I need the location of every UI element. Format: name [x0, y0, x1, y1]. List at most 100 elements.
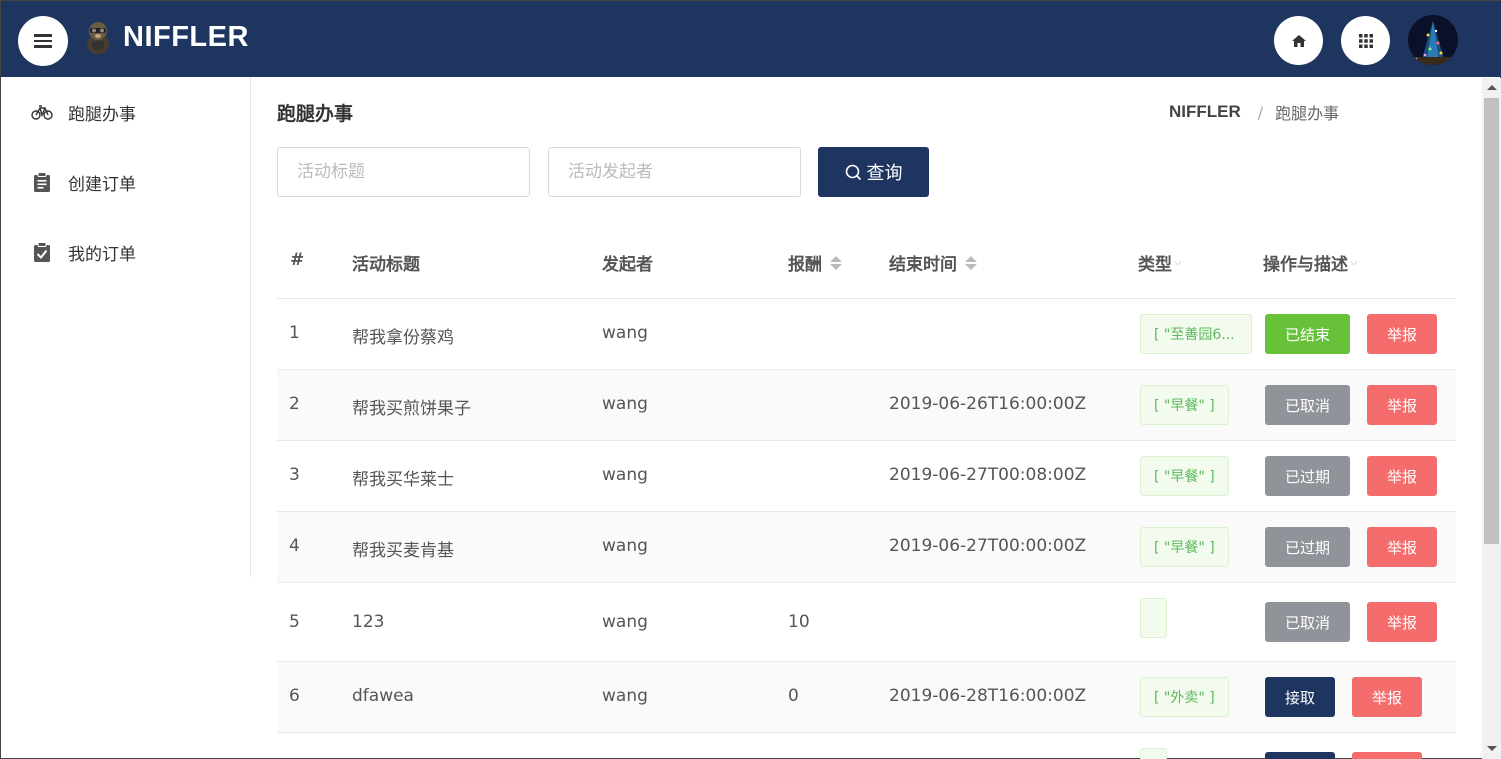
- row-initiator: wang: [602, 536, 648, 556]
- report-button[interactable]: 举报: [1367, 527, 1437, 567]
- sidebar-item-my-orders[interactable]: 我的订单: [31, 237, 136, 267]
- report-button[interactable]: 举报: [1367, 456, 1437, 496]
- activity-title-search-input[interactable]: [277, 147, 530, 197]
- status-button[interactable]: 已过期: [1265, 527, 1350, 567]
- type-tag: [ "早餐" ]: [1140, 456, 1229, 496]
- row-initiator: wang: [602, 686, 648, 706]
- sidebar-item-label: 创建订单: [68, 174, 136, 195]
- sidebar-item-create-order[interactable]: 创建订单: [31, 167, 136, 197]
- bicycle-icon: [31, 101, 53, 123]
- home-icon: [1291, 34, 1306, 47]
- home-button[interactable]: [1274, 16, 1323, 65]
- column-header-end-time[interactable]: 结束时间: [889, 250, 977, 275]
- table-row: 6 dfawea wang 0 2019-06-28T16:00:00Z [ "…: [277, 662, 1456, 733]
- column-header-actions[interactable]: 操作与描述 ⌵: [1263, 250, 1358, 275]
- page-scrollbar[interactable]: [1482, 78, 1501, 759]
- brand-name[interactable]: NIFFLER: [123, 21, 249, 54]
- scroll-down-arrow-icon[interactable]: [1487, 746, 1497, 751]
- type-tag: [ "早餐" ]: [1140, 527, 1229, 567]
- table-row: 5 123 wang 10 已取消 举报: [277, 583, 1456, 662]
- column-header-index: #: [290, 250, 305, 270]
- column-header-reward[interactable]: 报酬: [788, 250, 842, 275]
- search-icon: [845, 164, 861, 180]
- column-header-label: 操作与描述: [1263, 255, 1348, 275]
- status-button[interactable]: 已结束: [1265, 314, 1350, 354]
- status-button[interactable]: 已取消: [1265, 602, 1350, 642]
- menu-toggle-button[interactable]: [18, 16, 68, 66]
- column-header-type[interactable]: 类型 ⌵: [1138, 250, 1182, 275]
- report-button[interactable]: 举报: [1352, 677, 1422, 717]
- row-title: 帮我买煎饼果子: [352, 399, 471, 419]
- report-button[interactable]: 举报: [1367, 602, 1437, 642]
- breadcrumb-current: 跑腿办事: [1275, 104, 1340, 123]
- row-title: dfawea: [352, 686, 414, 706]
- chevron-down-icon[interactable]: ⌵: [1350, 257, 1358, 268]
- row-end-time: 2019-06-26T16:00:00Z: [889, 394, 1087, 414]
- scroll-up-arrow-icon[interactable]: [1487, 85, 1497, 90]
- scrollbar-thumb[interactable]: [1484, 98, 1499, 544]
- page-title: 跑腿办事: [277, 103, 354, 125]
- type-tag: [ "外卖" ]: [1140, 677, 1229, 717]
- row-title: 帮我拿份蔡鸡: [352, 328, 454, 348]
- orders-table: # 活动标题 发起者 报酬 结束时间 类型 ⌵ 操作与描述 ⌵ 1 帮我拿份蔡鸡…: [277, 225, 1456, 759]
- menu-icon: [34, 34, 52, 48]
- column-header-label: 结束时间: [889, 255, 957, 275]
- chevron-down-icon[interactable]: ⌵: [1174, 257, 1182, 268]
- accept-button[interactable]: 接取: [1265, 677, 1335, 717]
- table-row: [277, 733, 1456, 759]
- row-title: 帮我买华莱士: [352, 470, 454, 490]
- column-header-initiator: 发起者: [602, 255, 653, 275]
- row-index: 1: [289, 323, 300, 343]
- row-index: 6: [289, 686, 300, 706]
- row-initiator: wang: [602, 465, 648, 485]
- report-button[interactable]: 举报: [1367, 314, 1437, 354]
- clipboard-check-icon: [31, 241, 53, 263]
- row-initiator: wang: [602, 612, 648, 632]
- row-reward: 10: [788, 612, 810, 632]
- type-tag: [1140, 748, 1167, 759]
- status-button[interactable]: 已取消: [1265, 385, 1350, 425]
- table-header: # 活动标题 发起者 报酬 结束时间 类型 ⌵ 操作与描述 ⌵: [277, 225, 1456, 299]
- query-button-label: 查询: [866, 163, 903, 184]
- row-title: 123: [352, 612, 385, 632]
- type-tag: [1140, 598, 1167, 638]
- column-header-label: 类型: [1138, 255, 1172, 275]
- row-end-time: 2019-06-27T00:08:00Z: [889, 465, 1087, 485]
- clipboard-icon: [31, 171, 53, 193]
- initiator-search-input[interactable]: [548, 147, 801, 197]
- sidebar-item-label: 跑腿办事: [68, 104, 136, 125]
- breadcrumb: NIFFLER / 跑腿办事: [1169, 100, 1339, 124]
- row-initiator: wang: [602, 323, 648, 343]
- action-button[interactable]: [1265, 752, 1335, 759]
- row-initiator: wang: [602, 394, 648, 414]
- top-navbar: NIFFLER: [1, 1, 1501, 77]
- row-end-time: 2019-06-27T00:00:00Z: [889, 536, 1087, 556]
- column-header-label: 报酬: [788, 255, 822, 275]
- row-end-time: 2019-06-28T16:00:00Z: [889, 686, 1087, 706]
- report-button[interactable]: [1352, 752, 1422, 759]
- apps-button[interactable]: [1341, 16, 1390, 65]
- type-tag: [ "早餐" ]: [1140, 385, 1229, 425]
- status-button[interactable]: 已过期: [1265, 456, 1350, 496]
- column-header-title: 活动标题: [352, 255, 420, 275]
- sort-icon[interactable]: [830, 255, 842, 270]
- report-button[interactable]: 举报: [1367, 385, 1437, 425]
- row-index: 3: [289, 465, 300, 485]
- table-row: 4 帮我买麦肯基 wang 2019-06-27T00:00:00Z [ "早餐…: [277, 512, 1456, 583]
- user-avatar[interactable]: [1408, 15, 1458, 65]
- table-row: 1 帮我拿份蔡鸡 wang [ "至善园6... 已结束 举报: [277, 299, 1456, 370]
- row-title: 帮我买麦肯基: [352, 541, 454, 561]
- breadcrumb-separator: /: [1257, 102, 1264, 122]
- sidebar: 跑腿办事 创建订单 我的订单: [1, 77, 251, 577]
- breadcrumb-home-link[interactable]: NIFFLER: [1169, 102, 1241, 122]
- sort-icon[interactable]: [965, 255, 977, 270]
- table-row: 2 帮我买煎饼果子 wang 2019-06-26T16:00:00Z [ "早…: [277, 370, 1456, 441]
- grid-icon: [1358, 33, 1373, 48]
- row-index: 4: [289, 536, 300, 556]
- row-index: 5: [289, 612, 300, 632]
- sidebar-item-errands[interactable]: 跑腿办事: [31, 97, 136, 127]
- niffler-logo-icon: [87, 22, 109, 54]
- query-button[interactable]: 查询: [818, 147, 929, 197]
- sidebar-item-label: 我的订单: [68, 244, 136, 265]
- row-reward: 0: [788, 686, 799, 706]
